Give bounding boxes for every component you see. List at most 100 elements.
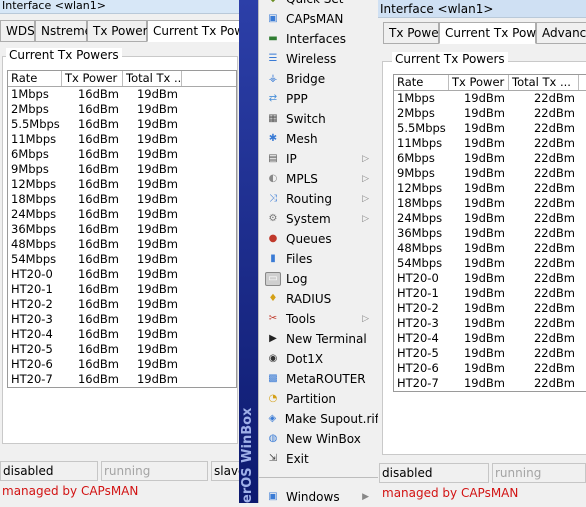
- table-row[interactable]: HT20-6 16dBm 19dBm: [8, 357, 236, 372]
- tab-current-tx-power[interactable]: Current Tx Power: [147, 20, 240, 42]
- table-row[interactable]: 6Mbps 16dBm 19dBm: [8, 147, 236, 162]
- menu-item-bridge[interactable]: ⚶ Bridge: [259, 69, 379, 89]
- table-row[interactable]: HT20-3 16dBm 19dBm: [8, 312, 236, 327]
- table-row[interactable]: 18Mbps 16dBm 19dBm: [8, 192, 236, 207]
- menu-item-queues[interactable]: ● Queues: [259, 229, 379, 249]
- column-header-tx-power[interactable]: Tx Power: [62, 71, 123, 86]
- table-row[interactable]: HT20-1 16dBm 19dBm: [8, 282, 236, 297]
- menu-item-dot1x[interactable]: ◉ Dot1X: [259, 349, 379, 369]
- column-header-total-tx[interactable]: Total Tx ...: [509, 75, 579, 90]
- column-header-tx-power[interactable]: Tx Power: [449, 75, 509, 90]
- table-row[interactable]: HT20-3 19dBm 22dBm: [394, 316, 586, 331]
- table-row[interactable]: 2Mbps 19dBm 22dBm: [394, 106, 586, 121]
- menu-item-windows[interactable]: ▣ Windows ▶: [259, 487, 379, 507]
- column-header-total-tx[interactable]: Total Tx ...: [123, 71, 182, 86]
- menu-item-mpls[interactable]: ◐ MPLS ▷: [259, 169, 379, 189]
- table-row[interactable]: 1Mbps 16dBm 19dBm: [8, 87, 236, 102]
- menu-item-new-winbox[interactable]: ◍ New WinBox: [259, 429, 379, 449]
- menu-item-partition[interactable]: ◔ Partition: [259, 389, 379, 409]
- tx-power-cell: 16dBm: [77, 372, 119, 386]
- table-row[interactable]: 24Mbps 19dBm 22dBm: [394, 211, 586, 226]
- rate-cell: 2Mbps: [397, 106, 435, 120]
- total-tx-cell: 22dBm: [533, 241, 575, 255]
- menu-item-tools[interactable]: ✂ Tools ▷: [259, 309, 379, 329]
- menu-item-make-supout-rif[interactable]: ◈ Make Supout.rif: [259, 409, 379, 429]
- table-row[interactable]: HT20-6 19dBm 22dBm: [394, 361, 586, 376]
- table-row[interactable]: 9Mbps 16dBm 19dBm: [8, 162, 236, 177]
- tab-tx-power[interactable]: Tx Power: [87, 20, 148, 42]
- menu-item-log[interactable]: ▭ Log: [259, 269, 379, 289]
- table-row[interactable]: 9Mbps 19dBm 22dBm: [394, 166, 586, 181]
- menu-item-ip[interactable]: ▤ IP ▷: [259, 149, 379, 169]
- tx-power-cell: 16dBm: [77, 132, 119, 146]
- rate-cell: HT20-1: [397, 286, 439, 300]
- tab-current-tx-power[interactable]: Current Tx Power: [439, 22, 548, 44]
- table-row[interactable]: HT20-0 19dBm 22dBm: [394, 271, 586, 286]
- table-row[interactable]: HT20-2 16dBm 19dBm: [8, 297, 236, 312]
- table-row[interactable]: 2Mbps 16dBm 19dBm: [8, 102, 236, 117]
- menu-item-exit[interactable]: ⇲ Exit: [259, 449, 379, 469]
- menu-item-metarouter[interactable]: ▩ MetaROUTER: [259, 369, 379, 389]
- menu-item-label: MetaROUTER: [286, 372, 366, 386]
- table-row[interactable]: 12Mbps 19dBm 22dBm: [394, 181, 586, 196]
- table-row[interactable]: 12Mbps 16dBm 19dBm: [8, 177, 236, 192]
- table-row[interactable]: 5.5Mbps 16dBm 19dBm: [8, 117, 236, 132]
- rate-cell: 12Mbps: [397, 181, 443, 195]
- table-row[interactable]: HT20-7 16dBm 19dBm: [8, 372, 236, 387]
- table-row[interactable]: 1Mbps 19dBm 22dBm: [394, 91, 586, 106]
- table-row[interactable]: 54Mbps 16dBm 19dBm: [8, 252, 236, 267]
- menu-item-routing[interactable]: ⤨ Routing ▷: [259, 189, 379, 209]
- rate-cell: HT20-3: [397, 316, 439, 330]
- tab-nstreme[interactable]: Nstreme: [35, 20, 92, 42]
- table-row[interactable]: 24Mbps 16dBm 19dBm: [8, 207, 236, 222]
- menu-item-system[interactable]: ⚙ System ▷: [259, 209, 379, 229]
- tx-power-table: Rate Tx Power Total Tx ... 1Mbps 19dBm 22d…: [393, 74, 586, 392]
- status-slave: slave: [211, 461, 240, 481]
- window-title[interactable]: Interface <wlan1>: [0, 0, 240, 14]
- table-row[interactable]: 48Mbps 16dBm 19dBm: [8, 237, 236, 252]
- menu-item-quick-set[interactable]: ◆ Quick Set: [259, 0, 379, 9]
- table-row[interactable]: HT20-2 19dBm 22dBm: [394, 301, 586, 316]
- tab-wds[interactable]: WDS: [0, 20, 35, 42]
- menu-item-interfaces[interactable]: ▬ Interfaces: [259, 29, 379, 49]
- table-row[interactable]: 36Mbps 16dBm 19dBm: [8, 222, 236, 237]
- table-row[interactable]: HT20-7 19dBm 22dBm: [394, 376, 586, 391]
- menu-item-mesh[interactable]: ✱ Mesh: [259, 129, 379, 149]
- table-row[interactable]: HT20-5 16dBm 19dBm: [8, 342, 236, 357]
- group-label: Current Tx Powers: [392, 52, 508, 66]
- tab-tx-power[interactable]: Tx Power: [383, 22, 444, 44]
- menu-item-switch[interactable]: ▦ Switch: [259, 109, 379, 129]
- menu-item-new-terminal[interactable]: ▶ New Terminal: [259, 329, 379, 349]
- table-row[interactable]: 5.5Mbps 19dBm 22dBm: [394, 121, 586, 136]
- table-row[interactable]: 36Mbps 19dBm 22dBm: [394, 226, 586, 241]
- tx-power-cell: 19dBm: [463, 286, 505, 300]
- menu-item-wireless[interactable]: ☰ Wireless: [259, 49, 379, 69]
- tab-advanced[interactable]: Advance: [536, 22, 586, 44]
- menu-item-files[interactable]: ▮ Files: [259, 249, 379, 269]
- window-title[interactable]: Interface <wlan1>: [378, 0, 586, 18]
- table-row[interactable]: 54Mbps 19dBm 22dBm: [394, 256, 586, 271]
- table-row[interactable]: 11Mbps 19dBm 22dBm: [394, 136, 586, 151]
- menu-item-radius[interactable]: ♦ RADIUS: [259, 289, 379, 309]
- table-row[interactable]: HT20-5 19dBm 22dBm: [394, 346, 586, 361]
- tab-bar: Tx Power Current Tx Power Advance: [383, 22, 586, 44]
- table-row[interactable]: 11Mbps 16dBm 19dBm: [8, 132, 236, 147]
- menu-item-capsman[interactable]: ▣ CAPsMAN: [259, 9, 379, 29]
- table-row[interactable]: 6Mbps 19dBm 22dBm: [394, 151, 586, 166]
- table-row[interactable]: HT20-1 19dBm 22dBm: [394, 286, 586, 301]
- total-tx-cell: 22dBm: [533, 316, 575, 330]
- column-header-rate[interactable]: Rate: [394, 75, 449, 90]
- menu-item-label: Bridge: [286, 72, 326, 86]
- tx-power-cell: 19dBm: [463, 256, 505, 270]
- table-row[interactable]: HT20-4 16dBm 19dBm: [8, 327, 236, 342]
- rate-cell: 11Mbps: [11, 132, 57, 146]
- column-header-rate[interactable]: Rate: [8, 71, 62, 86]
- table-row[interactable]: 18Mbps 19dBm 22dBm: [394, 196, 586, 211]
- table-row[interactable]: HT20-4 19dBm 22dBm: [394, 331, 586, 346]
- table-row[interactable]: HT20-0 16dBm 19dBm: [8, 267, 236, 282]
- rate-cell: HT20-3: [11, 312, 53, 326]
- tx-power-cell: 16dBm: [77, 87, 119, 101]
- menu-item-ppp[interactable]: ⇄ PPP: [259, 89, 379, 109]
- total-tx-cell: 19dBm: [136, 282, 178, 296]
- table-row[interactable]: 48Mbps 19dBm 22dBm: [394, 241, 586, 256]
